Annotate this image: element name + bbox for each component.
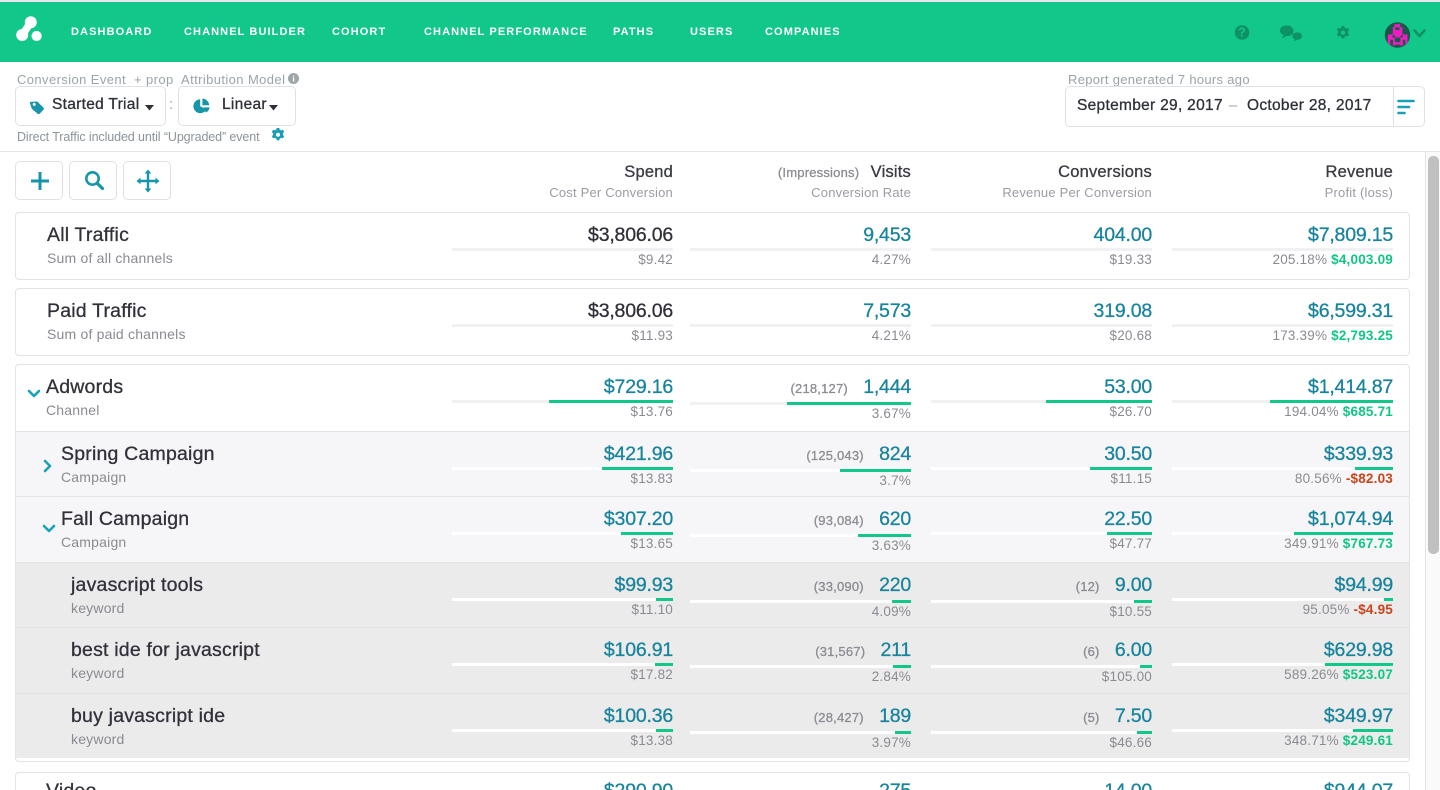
svg-text:?: ? (1238, 26, 1246, 40)
